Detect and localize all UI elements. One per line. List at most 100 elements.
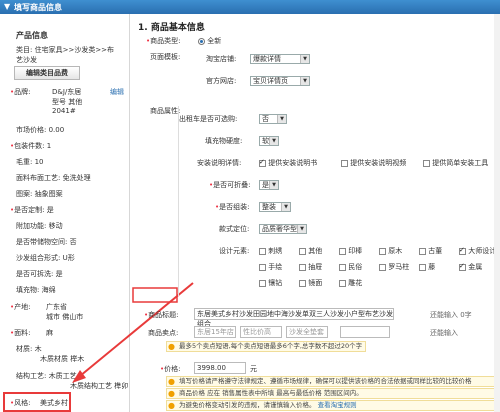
foldable-select[interactable]: 是 ▼ [259,180,279,190]
install-option-video[interactable]: 提供安装说明视频 [341,158,406,168]
product-info-sidebar: 产品信息 类目: 住宅家具>>沙发类>>布 艺沙发 编辑类目品费 •品牌: D&… [0,14,130,412]
design-option-label: 金属 [468,263,483,271]
selling-point-4[interactable] [340,326,390,338]
design-option[interactable]: 其他 [299,246,322,256]
install-option-manual[interactable]: 提供安装说明书 [259,158,317,168]
assembly-select[interactable]: 整装 ▼ [259,202,291,212]
design-option-checkbox[interactable] [259,263,266,271]
material: 材质: 木 [16,345,42,353]
foldable-label: •是否可折叠: [209,181,251,189]
design-option-checkbox[interactable] [379,247,386,255]
design-option-checkbox[interactable] [259,279,266,287]
design-options-grid: 刺绣 其他 印棒 原木 古董 大师设计 手绘 抽屉 民俗 罗马柱 藤 金属 镶钻… [259,246,499,296]
design-option[interactable]: 罗马柱 [379,262,409,272]
selling-point-1[interactable]: 东居15年店 [194,326,236,338]
official-store-label: 官方网店: [206,77,237,85]
design-option-checkbox[interactable] [299,247,306,255]
market-price: 市场价格: 0.00 [16,126,65,134]
design-option-label: 雕花 [348,279,363,287]
taobao-template-select[interactable]: 爆款详情 ▼ [250,54,310,64]
design-option[interactable]: 镜面 [299,278,322,288]
design-option-label: 原木 [388,247,403,255]
model-number: 2041# [52,107,76,115]
structure: 结构工艺: 木质工艺 [16,372,77,380]
design-option-checkbox[interactable] [339,247,346,255]
design-option[interactable]: 古董 [419,246,442,256]
design-option[interactable]: 藤 [419,262,435,272]
design-option-label: 抽屉 [308,263,323,271]
design-option[interactable]: 雕花 [339,278,362,288]
design-option-checkbox[interactable] [259,247,266,255]
price-input[interactable]: 3998.00 [194,362,246,374]
detachable: 是否可拆洗: 是 [16,270,63,278]
price-label: •价格: [160,365,181,373]
attributes-panel: 出租车是否可选购: 否▼ 填充物硬度: 软▼ 安装说明详情: 提供安装说明书 提… [178,106,500,296]
pattern: 图案: 抽象图案 [16,190,63,198]
design-option-checkbox[interactable] [419,247,426,255]
design-option-label: 罗马柱 [388,263,410,271]
fabric-label: •面料: [10,329,31,337]
taobao-rules-link[interactable]: 查看淘宝规则 [318,401,357,409]
brand-label: •品牌: [10,88,31,96]
hardness-select[interactable]: 软 ▼ [259,136,279,146]
price-hint-rules: ● 为避免价格变动引发的违规，请谨慎输入价格。 查看淘宝规则 [166,400,496,411]
design-option[interactable]: 民俗 [339,262,362,272]
design-option[interactable]: 印棒 [339,246,362,256]
official-template-select[interactable]: 宝贝详情页 ▼ [250,76,310,86]
customizable: •是否定制: 是 [10,206,54,214]
assembly-label: •是否组装: [215,203,250,211]
edit-category-button[interactable]: 编辑类目品费 [14,66,80,80]
lightbulb-icon: ● [168,401,175,410]
design-option[interactable]: 大师设计 [459,246,496,256]
selling-point-2[interactable]: 性比价高 [240,326,282,338]
vertical-scrollbar[interactable] [494,14,500,412]
taobao-store-label: 淘宝店铺: [206,55,237,63]
design-option-checkbox[interactable] [299,263,306,271]
design-option-checkbox[interactable] [459,262,466,271]
design-option-checkbox[interactable] [379,263,386,271]
category-line: 类目: 住宅家具>>沙发类>>布 [16,46,115,54]
highlight-box [3,392,71,412]
style-position-select[interactable]: 品质奢华型 ▼ [259,224,307,234]
selling-point-3[interactable]: 沙发全垫套 [286,326,328,338]
design-option[interactable]: 抽屉 [299,262,322,272]
category-line-2: 艺沙发 [16,56,37,64]
selling-counter: 还能输入 [430,329,458,337]
fabric-value: 麻 [46,329,53,337]
rental-select[interactable]: 否 ▼ [259,114,287,124]
design-option[interactable]: 刺绣 [259,246,282,256]
price-hint-range: ● 商品价格 应在 销售属性表中所填 最高与最低价格 范围区间内。 [166,388,496,399]
style-position-label: 款式定位: [219,225,250,233]
design-option-label: 其他 [308,247,323,255]
brand-edit-link[interactable]: 编辑 [110,87,124,97]
design-option-label: 古董 [428,247,443,255]
gross-weight: 毛重: 10 [16,158,44,166]
install-option-tool[interactable]: 提供简单安装工具 [423,158,488,168]
design-option[interactable]: 镶钻 [259,278,282,288]
section-title: 1. 商品基本信息 [138,23,205,33]
design-option-label: 印棒 [348,247,363,255]
design-option-checkbox[interactable] [339,279,346,287]
design-option-checkbox[interactable] [459,246,466,255]
wood-material: 木质材质 榉木 [40,355,85,363]
origin-label: •产地: [10,303,31,311]
design-option-label: 民俗 [348,263,363,271]
price-unit: 元 [250,365,257,373]
product-title-input[interactable]: 东居美式乡村沙发田园地中海沙发单双三人沙发小户型布艺沙发组合 [194,308,394,328]
type-new-radio[interactable]: 全新 [198,36,221,46]
title-counter: 还能输入 0字 [430,311,472,319]
design-option-checkbox[interactable] [299,279,306,287]
design-option-checkbox[interactable] [339,263,346,271]
design-option[interactable]: 原木 [379,246,402,256]
design-option[interactable]: 金属 [459,262,482,272]
main-form: 1. 商品基本信息 •商品类型: 全新 页面模板: 淘宝店铺: 爆款详情 ▼ 官方… [130,14,500,412]
design-option-label: 镜面 [308,279,323,287]
install-label: 安装说明详情: [197,159,242,167]
collapse-icon[interactable]: ▼ [4,2,10,11]
origin-city: 城市 佛山市 [46,313,84,321]
template-label: 页面模板: [150,53,181,61]
origin-province: 广东省 [46,303,67,311]
design-option-checkbox[interactable] [419,263,426,271]
design-option[interactable]: 手绘 [259,262,282,272]
extra-function: 附加功能: 移动 [16,222,63,230]
